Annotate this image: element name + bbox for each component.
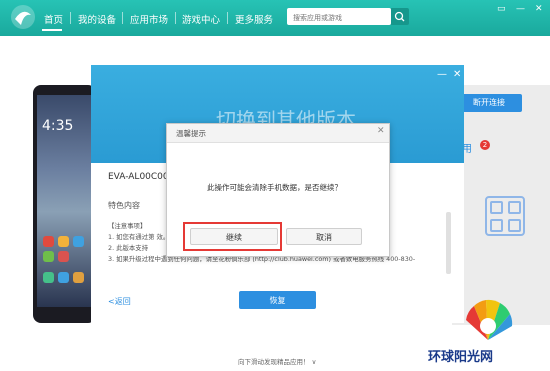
disconnect-button[interactable]: 断开连接	[456, 94, 522, 112]
scroll-hint: 向下滑动发现精品应用！ ∨	[238, 358, 317, 366]
highlight-annotation	[183, 222, 282, 251]
menu-icon[interactable]: ▭	[497, 4, 506, 14]
close-icon[interactable]: ✕	[453, 69, 461, 80]
nav-home[interactable]: 首页	[44, 12, 63, 26]
grid-cell	[508, 219, 521, 232]
nav-divider	[122, 12, 123, 24]
phone-app-icon	[43, 236, 54, 247]
phone-messages-icon	[58, 272, 69, 283]
nav-more-services[interactable]: 更多服务	[235, 12, 273, 26]
nav-divider	[175, 12, 176, 24]
search-button[interactable]	[391, 8, 409, 25]
cancel-button[interactable]: 取消	[286, 228, 362, 245]
minimize-icon[interactable]: —	[437, 69, 447, 80]
phone-dialer-icon	[43, 272, 54, 283]
app-grid-icon	[485, 196, 525, 236]
device-model-label: EVA-AL00C00B	[108, 172, 175, 182]
notes-scrollbar[interactable]	[446, 212, 451, 274]
phone-app-icon	[58, 251, 69, 262]
search-input[interactable]	[287, 8, 391, 25]
nav-game-center[interactable]: 游戏中心	[182, 12, 220, 26]
phone-app-icon	[58, 236, 69, 247]
grid-cell	[490, 219, 503, 232]
app-logo-icon	[11, 5, 35, 29]
feature-content-heading: 特色内容	[108, 201, 140, 210]
nav-app-market[interactable]: 应用市场	[130, 12, 168, 26]
watermark-text: 环球阳光网	[428, 350, 494, 365]
watermark-logo-icon	[466, 299, 513, 340]
notification-badge: 2	[480, 140, 490, 150]
close-window-icon[interactable]: ✕	[535, 4, 543, 14]
confirm-message: 此操作可能会清除手机数据，是否继续？	[207, 183, 342, 192]
minimize-icon[interactable]: —	[516, 4, 525, 14]
search-icon	[394, 11, 405, 22]
phone-app-icon	[73, 236, 84, 247]
nav-divider	[70, 12, 71, 24]
close-icon[interactable]: ✕	[377, 126, 385, 136]
confirm-dialog-title: 温馨提示	[176, 129, 206, 138]
phone-clock: 4:35	[42, 118, 74, 134]
phone-browser-icon	[73, 272, 84, 283]
grid-cell	[490, 201, 503, 214]
nav-active-indicator	[42, 29, 62, 31]
grid-cell	[508, 201, 521, 214]
restore-button[interactable]: 恢复	[239, 291, 316, 309]
back-link[interactable]: <返回	[108, 296, 131, 307]
phone-app-icon	[43, 251, 54, 262]
nav-my-device[interactable]: 我的设备	[78, 12, 116, 26]
nav-divider	[227, 12, 228, 24]
